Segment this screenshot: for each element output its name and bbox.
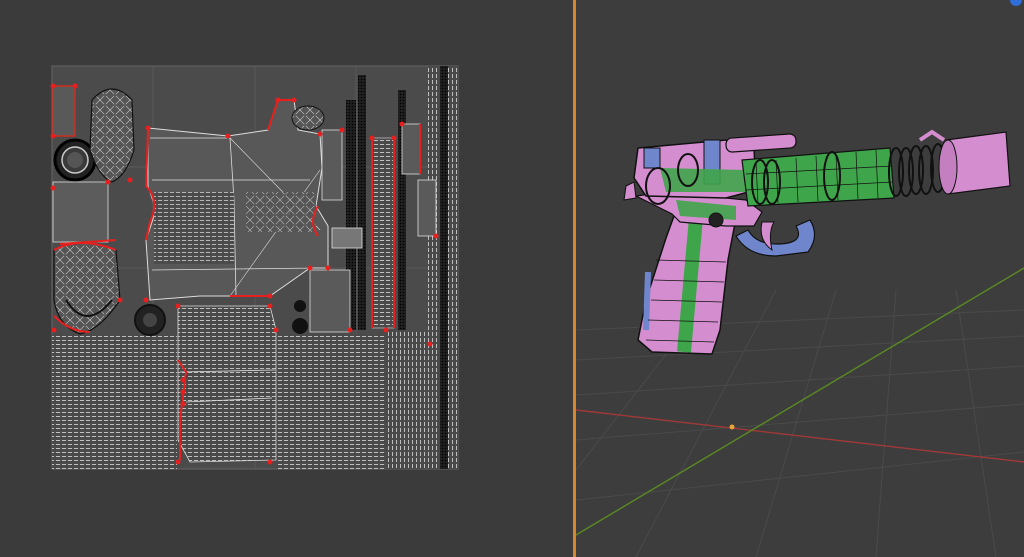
x-axis bbox=[576, 409, 1024, 463]
uv-island-lower-panel bbox=[177, 305, 277, 463]
pistol-mesh bbox=[623, 129, 1011, 355]
uv-island-bottom-strips-right bbox=[276, 334, 386, 469]
uv-island-bottom-strips bbox=[52, 334, 177, 469]
uv-editor-panel[interactable] bbox=[0, 0, 573, 557]
top-rail bbox=[725, 133, 797, 153]
hammer bbox=[623, 181, 637, 201]
uv-island-right-strips bbox=[386, 330, 426, 469]
y-axis bbox=[576, 267, 1024, 536]
viewport-canvas[interactable] bbox=[576, 0, 1024, 557]
3d-viewport-panel[interactable] bbox=[576, 0, 1024, 557]
world-origin bbox=[729, 424, 735, 430]
uv-island-top-left bbox=[52, 85, 76, 137]
uv-canvas[interactable] bbox=[0, 0, 573, 557]
